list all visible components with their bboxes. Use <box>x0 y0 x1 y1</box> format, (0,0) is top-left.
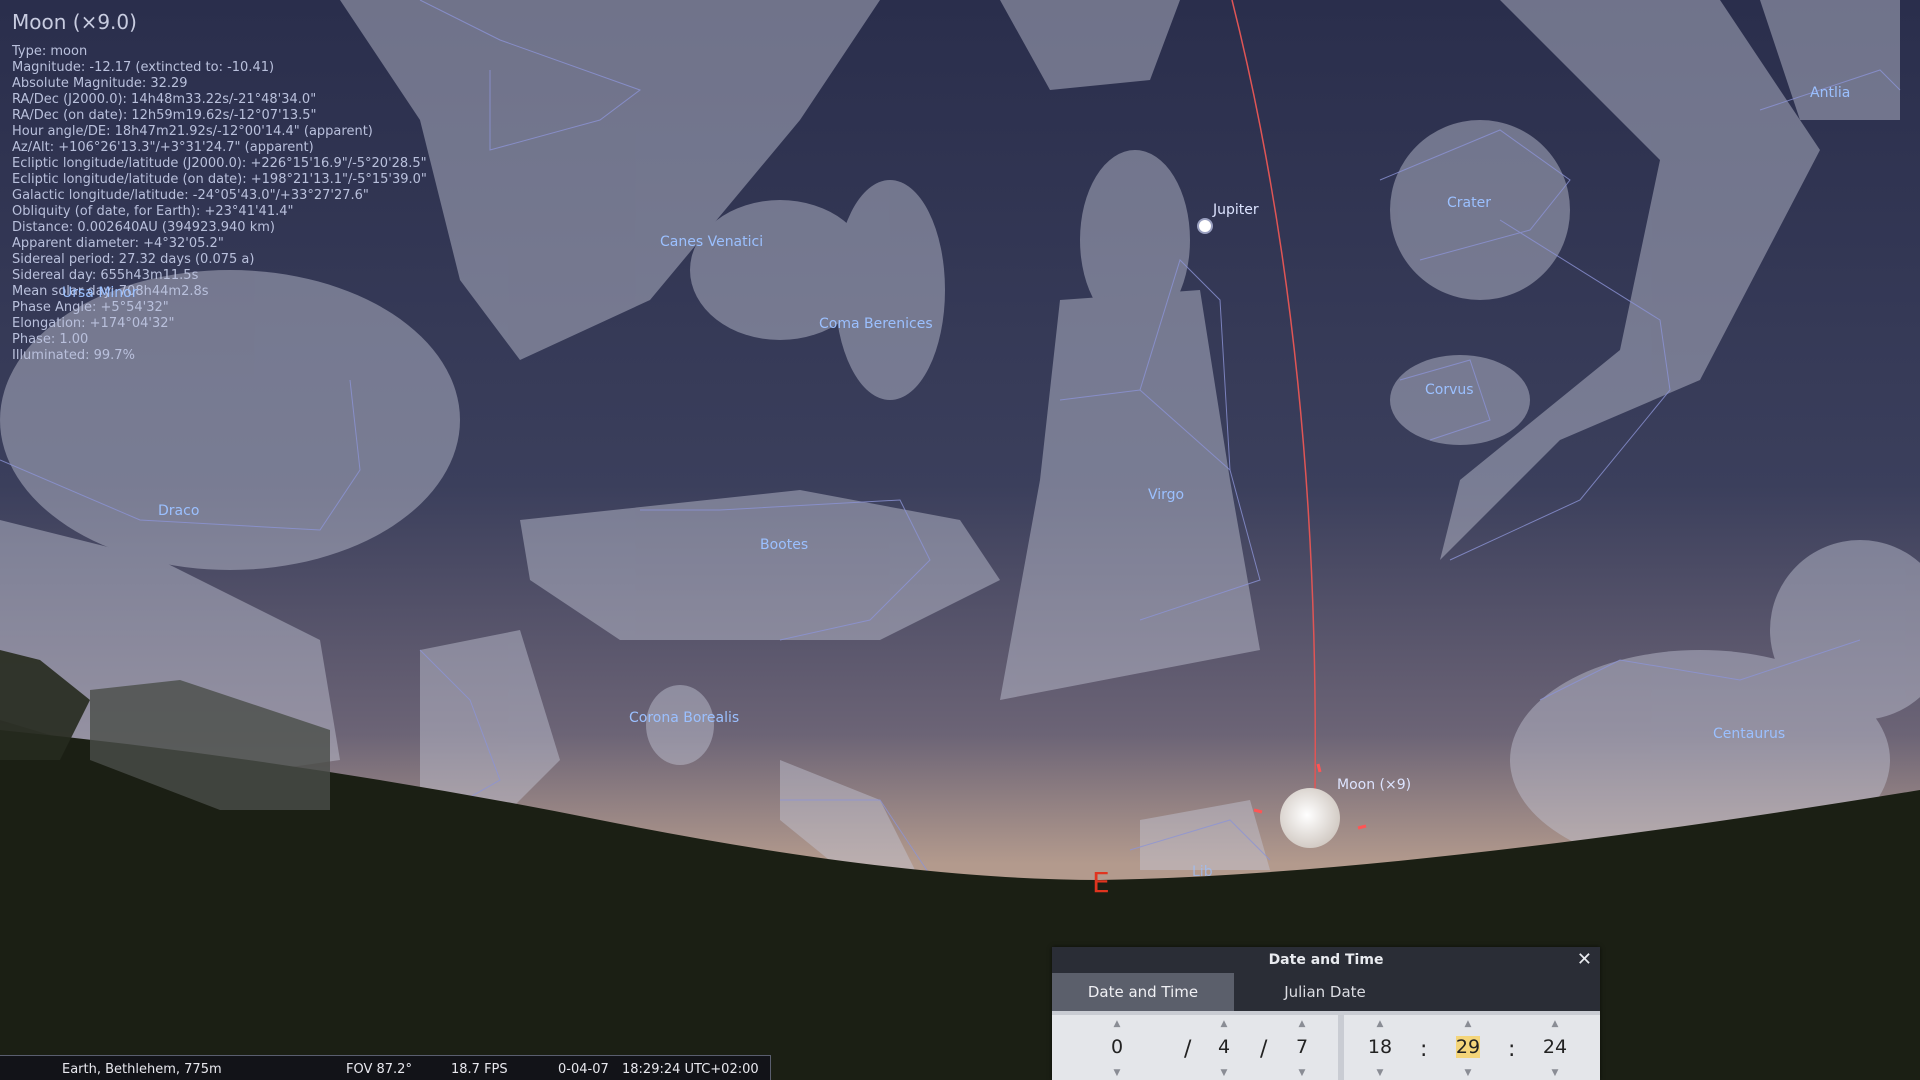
moon-pointer <box>1253 808 1263 814</box>
info-line: Elongation: +174°04'32" <box>12 316 175 331</box>
day-spinner[interactable]: ▲ 7 ▼ <box>1272 1015 1332 1080</box>
info-line: Distance: 0.002640AU (394923.940 km) <box>12 220 275 235</box>
month-value[interactable]: 4 <box>1194 1033 1254 1061</box>
year-value[interactable]: 0 <box>1087 1033 1147 1061</box>
chevron-up-icon[interactable]: ▲ <box>1087 1019 1147 1029</box>
second-spinner[interactable]: ▲ 24 ▼ <box>1525 1015 1585 1080</box>
object-info-panel: Moon (×9.0) Type: moon Magnitude: -12.17 … <box>12 10 427 364</box>
info-line: Hour angle/DE: 18h47m21.92s/-12°00'14.4"… <box>12 124 373 139</box>
info-line: Az/Alt: +106°26'13.3"/+3°31'24.7" (appar… <box>12 140 314 155</box>
label-moon[interactable]: Moon (×9) <box>1337 777 1411 793</box>
moon-pointer <box>1357 824 1367 830</box>
compass-east: E <box>1092 866 1110 899</box>
label-bootes: Bootes <box>760 537 809 553</box>
label-draco: Draco <box>158 503 200 519</box>
year-spinner[interactable]: ▲ 0 ▼ <box>1087 1015 1147 1080</box>
info-line: Absolute Magnitude: 32.29 <box>12 76 188 91</box>
label-ursa-minor: Ursa Minor <box>62 285 138 301</box>
info-line: Obliquity (of date, for Earth): +23°41'4… <box>12 204 294 219</box>
chevron-down-icon[interactable]: ▼ <box>1438 1068 1498 1078</box>
date-group: ▲ 0 ▼ / ▲ 4 ▼ / ▲ 7 ▼ <box>1052 1015 1338 1080</box>
info-line: Sidereal period: 27.32 days (0.075 a) <box>12 252 255 267</box>
info-line: Galactic longitude/latitude: -24°05'43.0… <box>12 188 369 203</box>
info-line: Illuminated: 99.7% <box>12 348 135 363</box>
jupiter-marker[interactable] <box>1197 218 1213 234</box>
info-line: Ecliptic longitude/latitude (on date): +… <box>12 172 427 187</box>
chevron-up-icon[interactable]: ▲ <box>1438 1019 1498 1029</box>
moon-pointer <box>1316 763 1322 773</box>
chevron-up-icon[interactable]: ▲ <box>1350 1019 1410 1029</box>
label-corvus: Corvus <box>1425 382 1474 398</box>
label-antlia: Antlia <box>1810 85 1851 101</box>
hour-value[interactable]: 18 <box>1350 1033 1410 1061</box>
label-coma-berenices: Coma Berenices <box>819 316 933 332</box>
label-canes-venatici: Canes Venatici <box>660 234 764 250</box>
month-spinner[interactable]: ▲ 4 ▼ <box>1194 1015 1254 1080</box>
minute-value[interactable]: 29 <box>1438 1033 1498 1061</box>
info-line: Phase Angle: +5°54'32" <box>12 300 169 315</box>
hour-spinner[interactable]: ▲ 18 ▼ <box>1350 1015 1410 1080</box>
status-fov[interactable]: FOV 87.2° <box>346 1062 412 1077</box>
date-time-dialog: Date and Time ✕ Date and Time Julian Dat… <box>1052 947 1600 1080</box>
time-separator: : <box>1508 1037 1516 1062</box>
object-title: Moon (×9.0) <box>12 10 137 34</box>
tab-date-and-time[interactable]: Date and Time <box>1052 973 1234 1011</box>
minute-spinner[interactable]: ▲ 29 ▼ <box>1438 1015 1498 1080</box>
label-corona-borealis: Corona Borealis <box>629 710 740 726</box>
dialog-titlebar[interactable]: Date and Time ✕ <box>1052 947 1600 973</box>
chevron-down-icon[interactable]: ▼ <box>1087 1068 1147 1078</box>
chevron-down-icon[interactable]: ▼ <box>1350 1068 1410 1078</box>
dialog-title: Date and Time <box>1268 952 1384 968</box>
label-jupiter[interactable]: Jupiter <box>1213 202 1259 218</box>
chevron-down-icon[interactable]: ▼ <box>1194 1068 1254 1078</box>
chevron-up-icon[interactable]: ▲ <box>1272 1019 1332 1029</box>
moon-disc[interactable] <box>1280 788 1340 848</box>
status-fps: 18.7 FPS <box>451 1062 508 1077</box>
date-separator: / <box>1260 1037 1268 1062</box>
date-time-fields: ▲ 0 ▼ / ▲ 4 ▼ / ▲ 7 ▼ ▲ 18 ▼ : ▲ 29 ▼: … <box>1052 1015 1600 1080</box>
label-libra: Lib <box>1192 864 1213 880</box>
status-bar: Earth, Bethlehem, 775m FOV 87.2° 18.7 FP… <box>0 1055 771 1080</box>
status-location[interactable]: Earth, Bethlehem, 775m <box>62 1062 222 1077</box>
dialog-tabs: Date and Time Julian Date <box>1052 973 1600 1011</box>
info-line: Sidereal day: 655h43m11.5s <box>12 268 199 283</box>
info-line: RA/Dec (J2000.0): 14h48m33.22s/-21°48'34… <box>12 92 317 107</box>
chevron-up-icon[interactable]: ▲ <box>1194 1019 1254 1029</box>
status-time[interactable]: 18:29:24 UTC+02:00 <box>622 1062 759 1077</box>
tab-julian-date[interactable]: Julian Date <box>1234 973 1416 1011</box>
time-separator: : <box>1420 1037 1428 1062</box>
time-group: ▲ 18 ▼ : ▲ 29 ▼ : ▲ 24 ▼ <box>1344 1015 1600 1080</box>
object-info-lines: Type: moon Magnitude: -12.17 (extincted t… <box>12 44 427 364</box>
info-line: Magnitude: -12.17 (extincted to: -10.41) <box>12 60 275 75</box>
info-line: Apparent diameter: +4°32'05.2" <box>12 236 224 251</box>
label-virgo: Virgo <box>1148 487 1185 503</box>
label-centaurus: Centaurus <box>1713 726 1786 742</box>
day-value[interactable]: 7 <box>1272 1033 1332 1061</box>
label-crater: Crater <box>1447 195 1491 211</box>
info-line: RA/Dec (on date): 12h59m19.62s/-12°07'13… <box>12 108 317 123</box>
second-value[interactable]: 24 <box>1525 1033 1585 1061</box>
chevron-down-icon[interactable]: ▼ <box>1272 1068 1332 1078</box>
date-separator: / <box>1184 1037 1192 1062</box>
info-line: Ecliptic longitude/latitude (J2000.0): +… <box>12 156 427 171</box>
close-icon[interactable]: ✕ <box>1577 947 1592 973</box>
chevron-up-icon[interactable]: ▲ <box>1525 1019 1585 1029</box>
info-line: Type: moon <box>12 44 88 59</box>
chevron-down-icon[interactable]: ▼ <box>1525 1068 1585 1078</box>
status-date[interactable]: 0-04-07 <box>558 1062 609 1077</box>
info-line: Phase: 1.00 <box>12 332 89 347</box>
minute-value-text[interactable]: 29 <box>1455 1036 1481 1058</box>
